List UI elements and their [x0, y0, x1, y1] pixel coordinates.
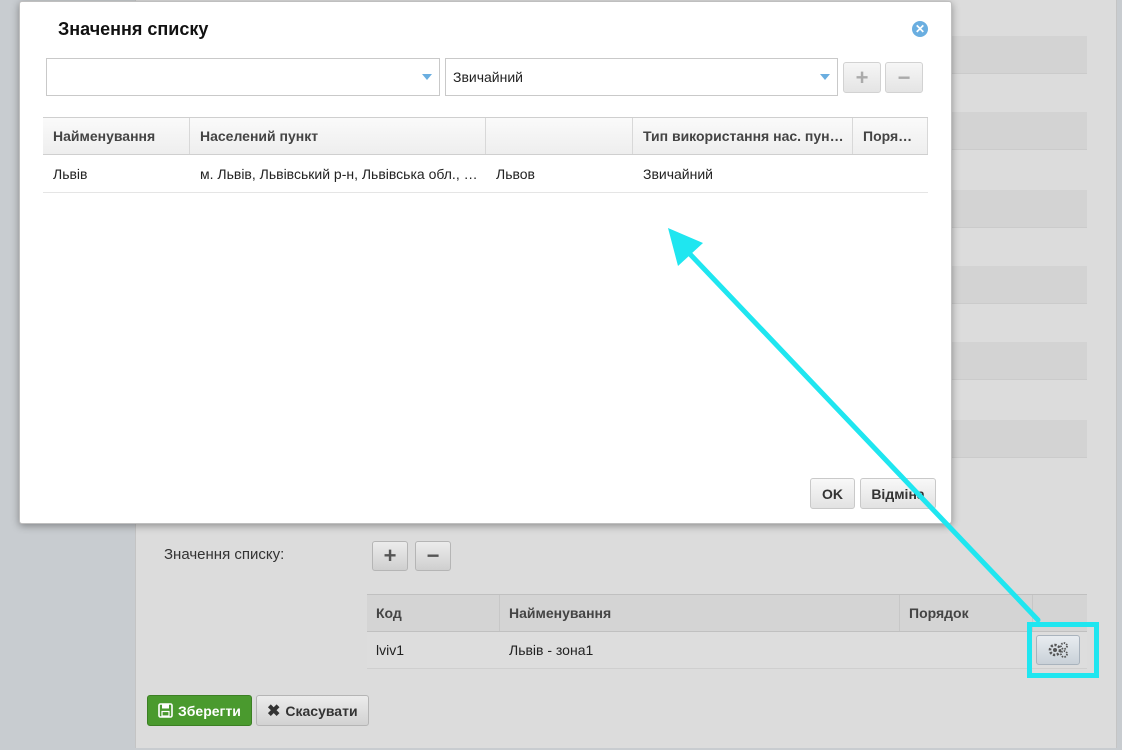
column-header-order[interactable]: Порядок	[900, 595, 1033, 631]
cancel-button[interactable]: ✖ Скасувати	[256, 695, 369, 726]
remove-value-button[interactable]: −	[415, 541, 451, 571]
cell-name: Львів	[53, 165, 88, 182]
dropdown-arrow-icon[interactable]	[820, 74, 830, 80]
floppy-disk-icon	[158, 703, 173, 718]
list-values-dialog: Значення списку ✕ Звичайний + − Найменув…	[19, 1, 952, 524]
table-header-row: Код Найменування Порядок	[367, 595, 1087, 632]
settings-button-highlight	[1027, 622, 1099, 678]
dialog-cancel-button[interactable]: Відміна	[860, 478, 936, 509]
cell-order	[853, 155, 928, 192]
column-header-name[interactable]: Найменування	[43, 118, 190, 154]
table-row[interactable]: lviv1 Львів - зона1	[367, 632, 1087, 669]
dialog-title: Значення списку	[58, 19, 209, 39]
close-icon[interactable]: ✕	[912, 21, 928, 37]
add-value-button[interactable]: +	[372, 541, 408, 571]
ok-button[interactable]: OK	[810, 478, 855, 509]
usage-type-combobox[interactable]: Звичайний	[445, 58, 838, 96]
background-row	[950, 36, 1087, 74]
column-header-name[interactable]: Найменування	[500, 595, 900, 631]
cancel-button-label: Скасувати	[285, 702, 358, 719]
minus-icon: −	[897, 64, 911, 90]
plus-icon: +	[855, 64, 869, 90]
column-header-settlement[interactable]: Населений пункт	[190, 118, 486, 154]
background-row	[950, 342, 1087, 380]
list-values-table: Код Найменування Порядок lviv1 Львів - з…	[367, 594, 1087, 669]
column-header-order[interactable]: Поря…	[853, 118, 928, 154]
settlements-grid: Найменування Населений пункт Тип викорис…	[43, 117, 928, 193]
filter-combobox[interactable]	[46, 58, 440, 96]
close-x-icon: ✖	[267, 702, 281, 720]
cell-alt-name: Львов	[496, 165, 535, 182]
cell-order	[900, 632, 1033, 668]
background-row	[950, 420, 1087, 458]
background-row	[950, 112, 1087, 150]
minus-icon: −	[426, 543, 440, 568]
grid-header-row: Найменування Населений пункт Тип викорис…	[43, 117, 928, 155]
cell-settlement: м. Львів, Львівський р-н, Львівська обл.…	[200, 165, 478, 182]
usage-type-value: Звичайний	[453, 69, 523, 85]
save-button-label: Зберегти	[178, 702, 241, 719]
grid-row[interactable]: Львів м. Львів, Львівський р-н, Львівськ…	[43, 155, 928, 193]
save-button[interactable]: Зберегти	[147, 695, 252, 726]
background-row	[950, 266, 1087, 304]
dropdown-arrow-icon[interactable]	[422, 74, 432, 80]
column-header-alt-name[interactable]	[486, 118, 633, 154]
cell-usage-type: Звичайний	[643, 165, 713, 182]
cell-code: lviv1	[376, 642, 405, 658]
column-header-usage-type[interactable]: Тип використання нас. пун…	[633, 118, 853, 154]
list-values-label: Значення списку:	[164, 546, 285, 563]
cell-name: Львів - зона1	[509, 642, 594, 658]
background-row	[950, 190, 1087, 228]
plus-icon: +	[383, 543, 397, 568]
add-row-button[interactable]: +	[843, 62, 881, 93]
remove-row-button[interactable]: −	[885, 62, 923, 93]
column-header-code[interactable]: Код	[367, 595, 500, 631]
